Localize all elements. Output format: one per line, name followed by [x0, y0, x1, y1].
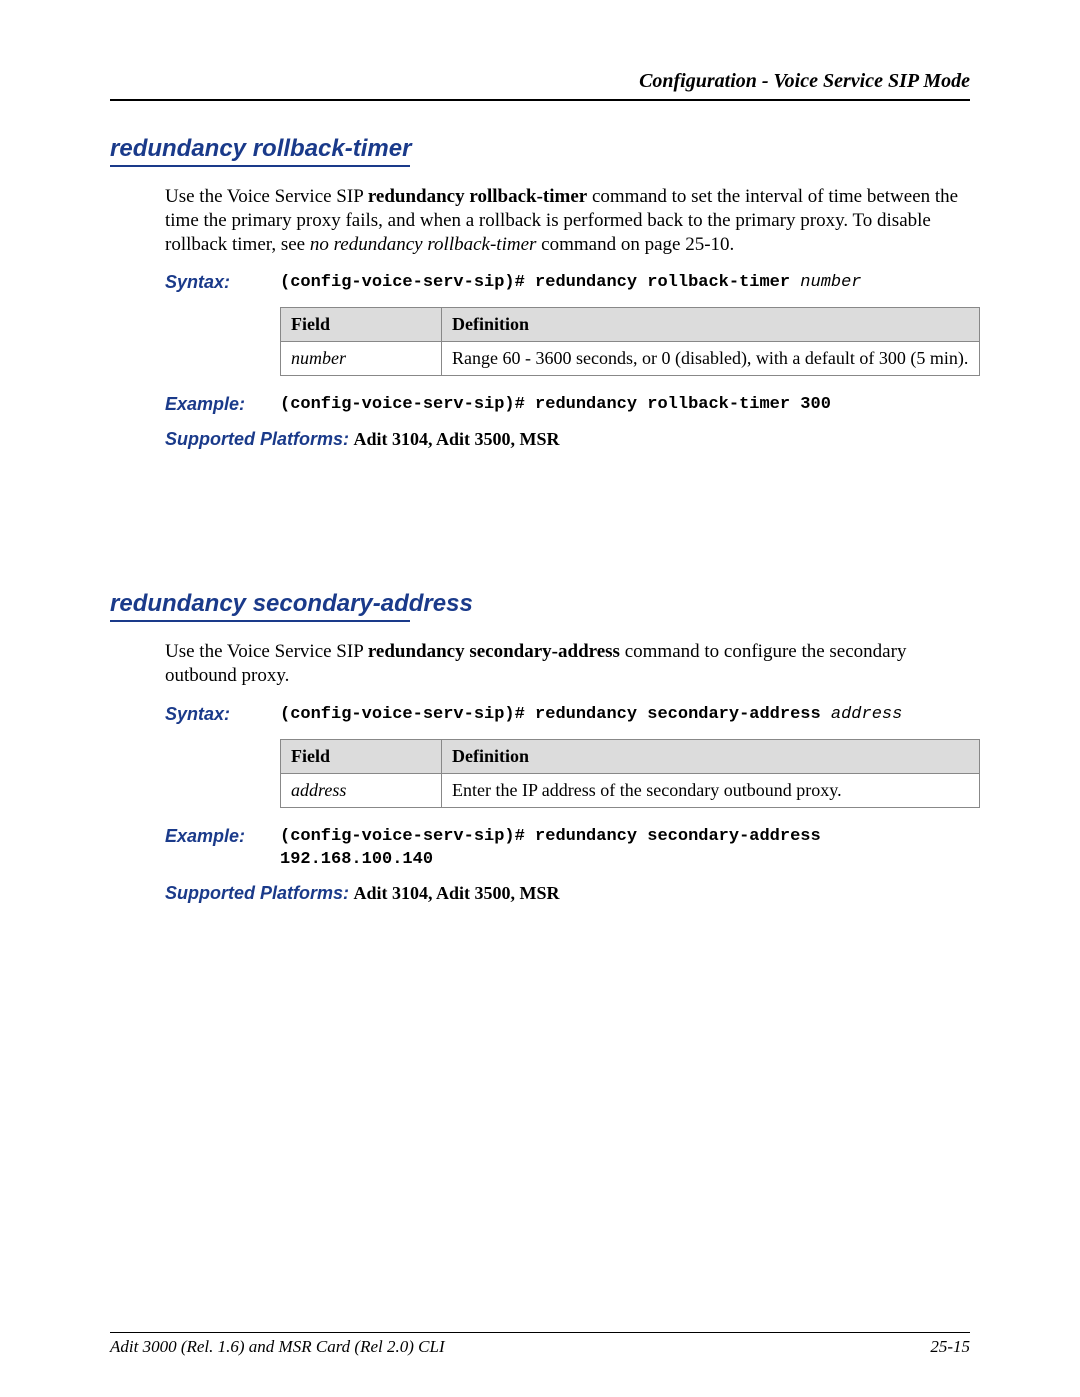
text: command on page 25-10. — [536, 234, 734, 255]
field-definition-table: Field Definition address Enter the IP ad… — [280, 739, 980, 808]
footer-rule — [110, 1332, 970, 1333]
supported-value: Adit 3104, Adit 3500, MSR — [354, 883, 560, 903]
table-row: number Range 60 - 3600 seconds, or 0 (di… — [281, 342, 980, 376]
syntax-command: (config-voice-serv-sip)# redundancy roll… — [280, 272, 862, 295]
example-label: Example: — [165, 394, 280, 417]
section1-intro: Use the Voice Service SIP redundancy rol… — [165, 185, 970, 256]
supported-label: Supported Platforms: — [165, 429, 349, 449]
syntax-label: Syntax: — [165, 704, 280, 727]
cmd-text: (config-voice-serv-sip)# redundancy seco… — [280, 705, 831, 724]
td-field: address — [281, 773, 442, 807]
footer-right-pagenum: 25-15 — [930, 1337, 970, 1357]
th-definition: Definition — [442, 739, 980, 773]
th-field: Field — [281, 739, 442, 773]
example-row: Example: (config-voice-serv-sip)# redund… — [165, 826, 970, 872]
header-breadcrumb: Configuration - Voice Service SIP Mode — [110, 70, 970, 93]
header-rule — [110, 99, 970, 101]
text: Use the Voice Service SIP — [165, 641, 368, 662]
section-gap — [110, 450, 970, 590]
field-definition-table: Field Definition number Range 60 - 3600 … — [280, 307, 980, 376]
example-command: (config-voice-serv-sip)# redundancy roll… — [280, 394, 831, 417]
td-field: number — [281, 342, 442, 376]
footer-left: Adit 3000 (Rel. 1.6) and MSR Card (Rel 2… — [110, 1337, 445, 1357]
text-bold: redundancy secondary-address — [368, 641, 620, 662]
supported-value: Adit 3104, Adit 3500, MSR — [354, 429, 560, 449]
cmd-text: (config-voice-serv-sip)# redundancy roll… — [280, 273, 800, 292]
td-definition: Enter the IP address of the secondary ou… — [442, 773, 980, 807]
section-heading-secondary-address: redundancy secondary-address — [110, 590, 970, 618]
example-command: (config-voice-serv-sip)# redundancy seco… — [280, 826, 970, 872]
heading-underline — [110, 620, 410, 622]
text: Use the Voice Service SIP — [165, 186, 368, 207]
cmd-param: number — [800, 273, 861, 292]
footer: Adit 3000 (Rel. 1.6) and MSR Card (Rel 2… — [110, 1332, 970, 1357]
th-field: Field — [281, 308, 442, 342]
syntax-label: Syntax: — [165, 272, 280, 295]
syntax-row: Syntax: (config-voice-serv-sip)# redunda… — [165, 704, 970, 727]
th-definition: Definition — [442, 308, 980, 342]
section-heading-rollback-timer: redundancy rollback-timer — [110, 135, 970, 163]
table-header-row: Field Definition — [281, 308, 980, 342]
example-row: Example: (config-voice-serv-sip)# redund… — [165, 394, 970, 417]
table-row: address Enter the IP address of the seco… — [281, 773, 980, 807]
table-header-row: Field Definition — [281, 739, 980, 773]
td-definition: Range 60 - 3600 seconds, or 0 (disabled)… — [442, 342, 980, 376]
example-label: Example: — [165, 826, 280, 872]
footer-line: Adit 3000 (Rel. 1.6) and MSR Card (Rel 2… — [110, 1337, 970, 1357]
cmd-param: address — [831, 705, 902, 724]
supported-label: Supported Platforms: — [165, 883, 349, 903]
page: Configuration - Voice Service SIP Mode r… — [0, 0, 1080, 1397]
text-italic-ref: no redundancy rollback-timer — [310, 234, 537, 255]
heading-underline — [110, 165, 410, 167]
section2-intro: Use the Voice Service SIP redundancy sec… — [165, 640, 970, 688]
text-bold: redundancy rollback-timer — [368, 186, 587, 207]
syntax-row: Syntax: (config-voice-serv-sip)# redunda… — [165, 272, 970, 295]
syntax-command: (config-voice-serv-sip)# redundancy seco… — [280, 704, 902, 727]
supported-platforms: Supported Platforms: Adit 3104, Adit 350… — [165, 883, 970, 904]
supported-platforms: Supported Platforms: Adit 3104, Adit 350… — [165, 429, 970, 450]
